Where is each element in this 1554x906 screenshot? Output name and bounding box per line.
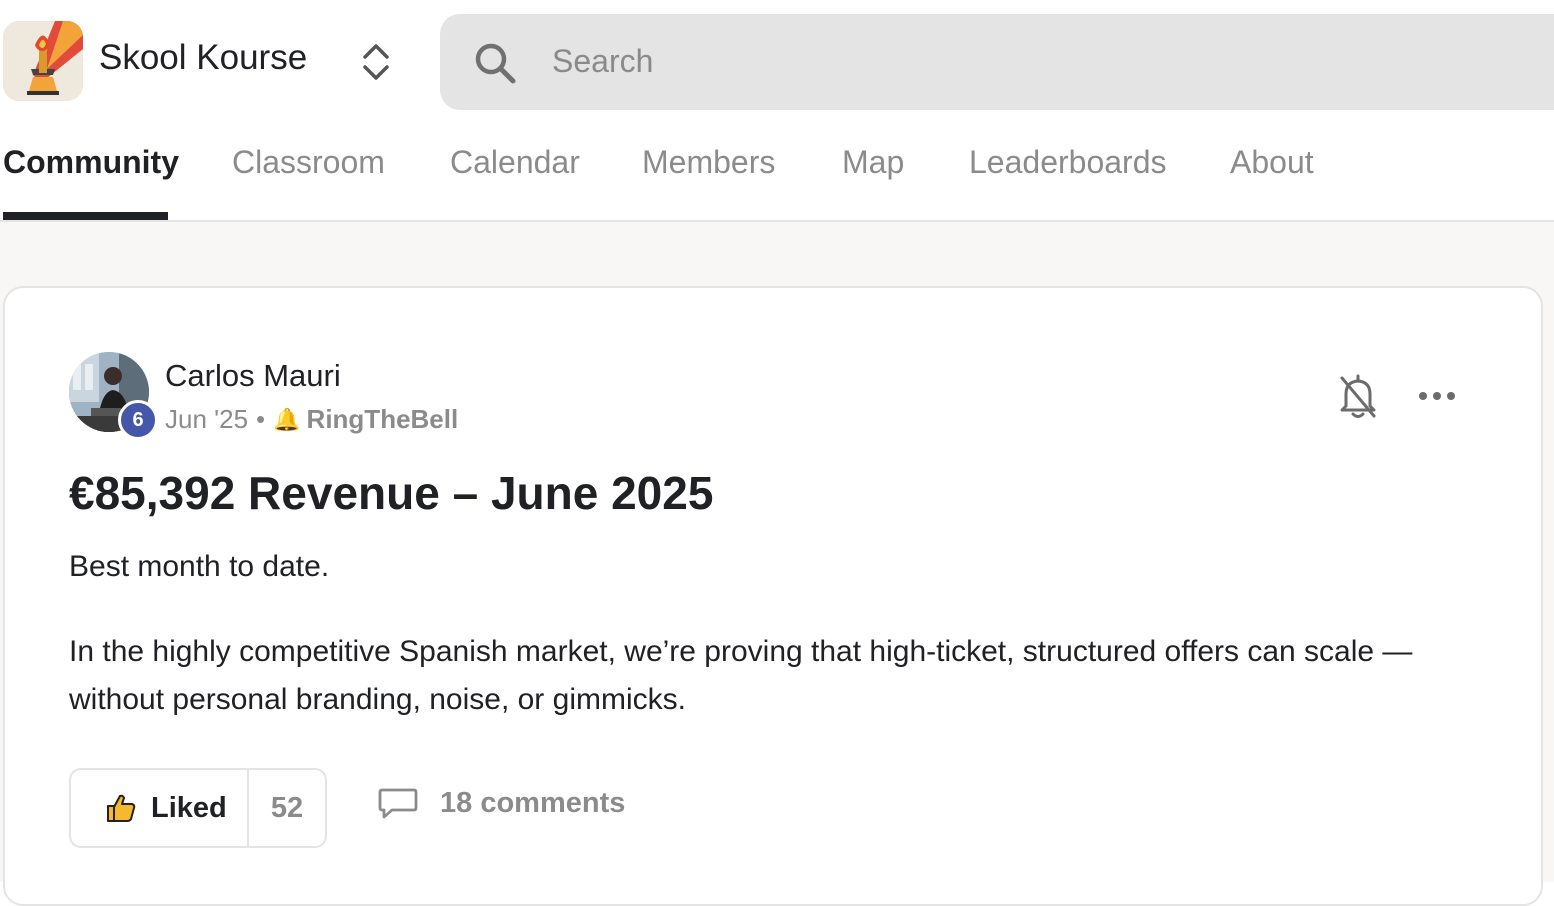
tab-classroom[interactable]: Classroom	[232, 144, 385, 181]
tab-members[interactable]: Members	[642, 144, 775, 181]
top-header: Skool Kourse	[0, 0, 1554, 122]
tab-map[interactable]: Map	[842, 144, 904, 181]
meta-separator: •	[256, 404, 266, 434]
comments-count-label: 18 comments	[440, 786, 626, 819]
like-button[interactable]: Liked	[71, 770, 249, 846]
more-horizontal-icon	[1419, 392, 1455, 400]
author-name[interactable]: Carlos Mauri	[165, 358, 341, 394]
comment-icon	[378, 788, 418, 819]
tab-community[interactable]: Community	[3, 144, 179, 181]
community-name[interactable]: Skool Kourse	[99, 38, 307, 78]
post-date[interactable]: Jun '25	[165, 404, 248, 435]
like-label: Liked	[151, 791, 227, 824]
community-switcher-button[interactable]	[356, 38, 396, 86]
tab-about[interactable]: About	[1230, 144, 1314, 181]
search-icon	[475, 43, 516, 84]
post-meta: Jun '25 • 🔔 RingTheBell	[165, 404, 458, 435]
bell-off-icon	[1340, 374, 1376, 418]
chevron-up-down-icon	[363, 44, 389, 80]
torch-logo-icon	[3, 21, 83, 101]
post-body-paragraph: In the highly competitive Spanish market…	[69, 635, 1413, 716]
bell-emoji-icon: 🔔	[273, 406, 301, 432]
post-category[interactable]: RingTheBell	[307, 404, 459, 435]
more-options-button[interactable]	[1414, 380, 1460, 412]
like-group: Liked 52	[69, 768, 327, 848]
tab-leaderboards[interactable]: Leaderboards	[969, 144, 1166, 181]
thumbs-up-icon	[107, 794, 136, 822]
notification-toggle-button[interactable]	[1336, 372, 1380, 420]
active-tab-indicator	[3, 212, 168, 220]
search-input[interactable]	[552, 36, 1452, 86]
like-count[interactable]: 52	[249, 770, 325, 846]
level-badge: 6	[118, 400, 158, 440]
comments-button[interactable]: 18 comments	[378, 786, 625, 820]
community-logo[interactable]	[3, 21, 83, 101]
post-title[interactable]: €85,392 Revenue – June 2025	[69, 466, 713, 520]
post-body-paragraph: Best month to date.	[69, 550, 330, 583]
tab-calendar[interactable]: Calendar	[450, 144, 580, 181]
main-nav: Community Classroom Calendar Members Map…	[0, 122, 1554, 222]
